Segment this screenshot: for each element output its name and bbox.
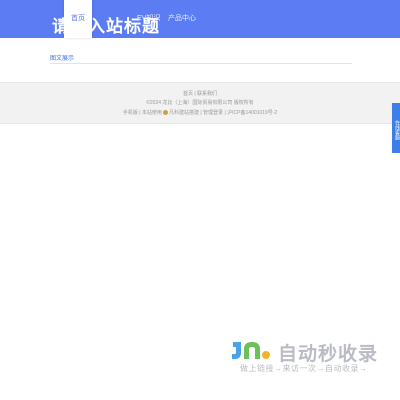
site-header: 请输入站标题 首页 EV知识 产品中心 (0, 0, 400, 38)
footer-text-build: 搭建 (188, 110, 199, 116)
footer-links: 首页 | 联系我们 (182, 91, 218, 97)
footer-link-admin-login[interactable]: 管理登录 (203, 110, 223, 116)
footer-row: 手机版 | 本站使用 凡科建站搭建 | 管理登录 | 沪ICP备14001019号… (122, 110, 278, 116)
footer-link-contact[interactable]: 联系我们 (197, 91, 217, 97)
online-service-tab[interactable]: 在线客服 (392, 103, 400, 153)
footer-link-icp[interactable]: 沪ICP备14001019号-2 (227, 110, 277, 116)
watermark-subtitle: 做上链接→来访一次→自动收录→ (240, 364, 368, 373)
footer-link-fanke[interactable]: 凡科建站 (169, 110, 189, 116)
section-title-gallery[interactable]: 图文展示 (50, 53, 74, 62)
watermark-logo-icon (232, 342, 270, 359)
footer-link-home[interactable]: 首页 (183, 91, 193, 97)
copyright-text: ©2024 龙比（上海）国际贸易有限公司 版权所有 (146, 100, 254, 106)
footer-text-powered: 本站使用 (141, 110, 162, 116)
nav-item-ev-knowledge[interactable]: EV知识 (137, 13, 160, 23)
watermark-title: 自动秒收录 (278, 344, 379, 365)
section-divider (50, 63, 352, 64)
site-footer: 首页 | 联系我们 ©2024 龙比（上海）国际贸易有限公司 版权所有 手机版 … (0, 82, 400, 124)
nav-item-home[interactable]: 首页 (64, 0, 92, 38)
footer-link-mobile[interactable]: 手机版 (123, 110, 138, 116)
nav-item-products[interactable]: 产品中心 (168, 13, 196, 23)
watermark: 自动秒收录 做上链接→来访一次→自动收录→ (230, 338, 390, 380)
fanke-logo-icon (162, 110, 168, 115)
